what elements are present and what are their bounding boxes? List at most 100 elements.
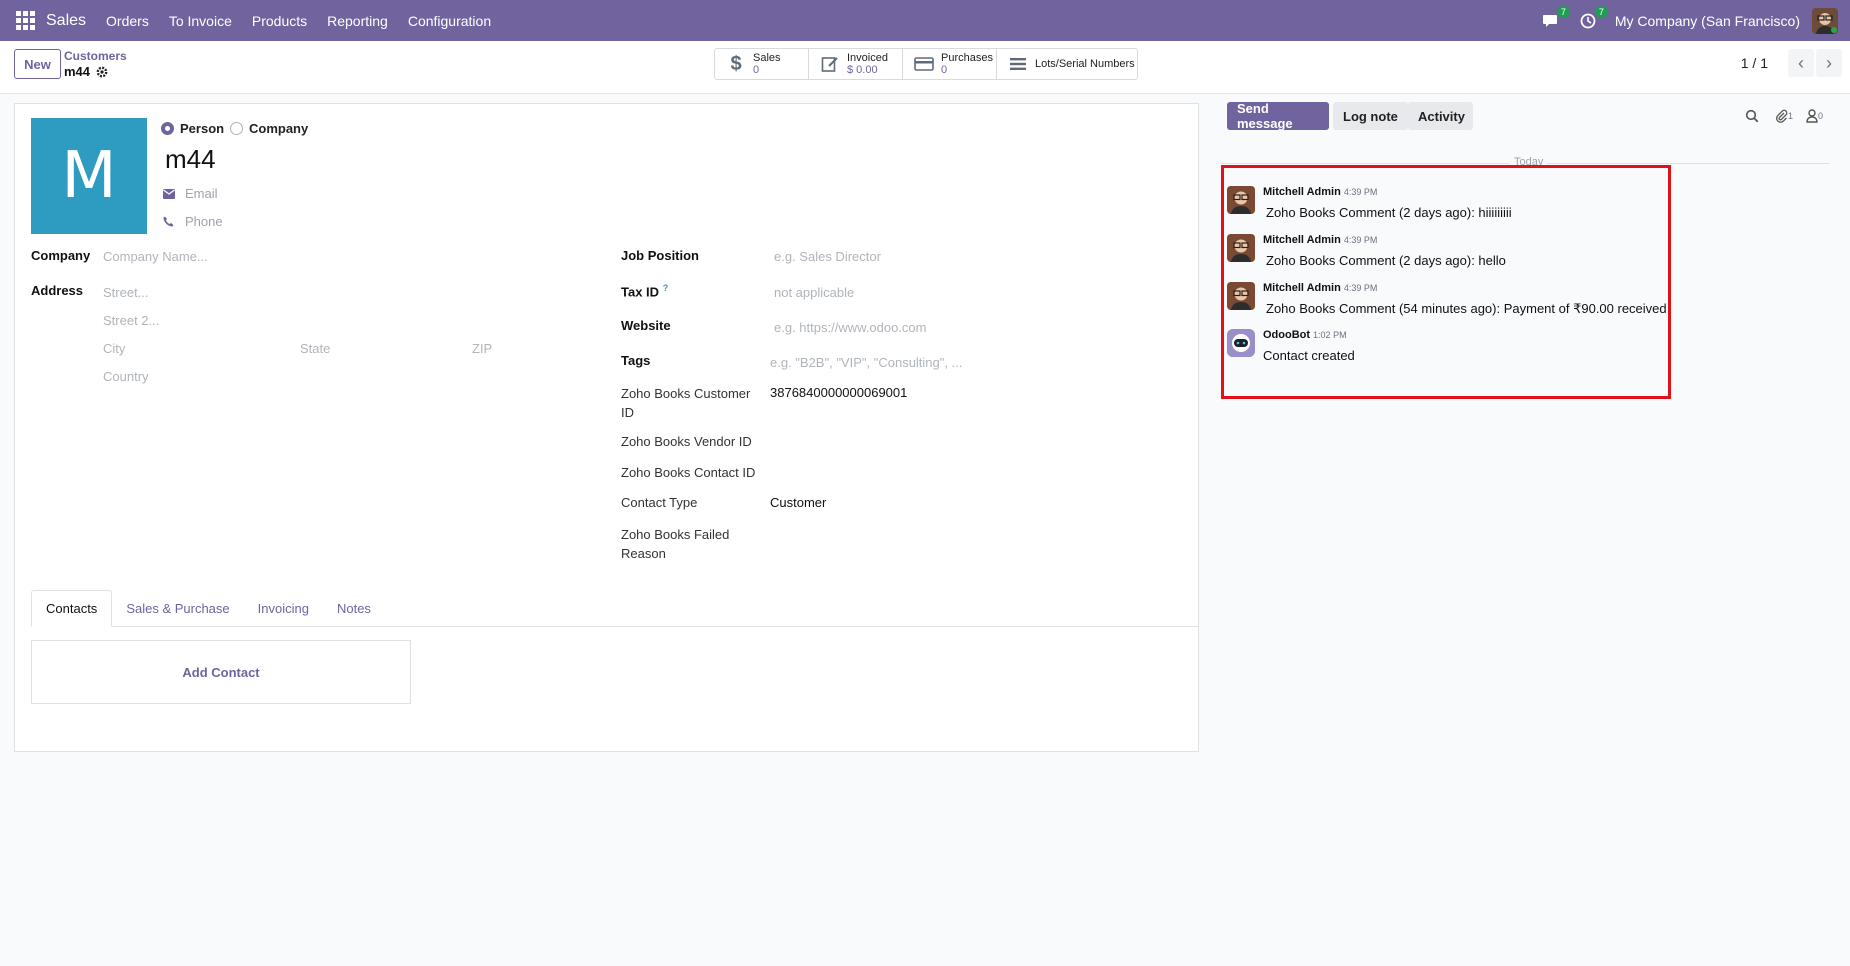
tags-input[interactable]: e.g. "B2B", "VIP", "Consulting", ... xyxy=(770,355,962,370)
log-note-button[interactable]: Log note xyxy=(1333,102,1408,130)
followers-button[interactable]: 0 xyxy=(1806,108,1830,124)
pager-value[interactable]: 1 / 1 xyxy=(1741,55,1768,71)
invoiced-smart-button[interactable]: Invoiced $ 0.00 xyxy=(809,49,903,79)
messaging-button[interactable]: 7 xyxy=(1539,5,1570,32)
add-contact-button[interactable]: Add Contact xyxy=(31,640,411,704)
job-position-label: Job Position xyxy=(621,248,699,263)
country-input[interactable]: Country xyxy=(103,369,149,384)
user-avatar[interactable] xyxy=(1812,7,1838,34)
type-person-label: Person xyxy=(180,121,225,136)
apps-menu-icon[interactable] xyxy=(14,10,36,32)
help-tooltip-icon[interactable]: ? xyxy=(663,283,669,293)
zoho-customer-id-label: Zoho Books Customer ID xyxy=(621,386,751,420)
smart-buttons: $ Sales 0 Invoiced $ 0.00 Purchases 0 Lots/… xyxy=(714,48,1138,80)
contact-type-value[interactable]: Customer xyxy=(770,495,826,510)
type-person-radio[interactable]: Person xyxy=(161,121,224,136)
tags-label: Tags xyxy=(621,353,651,368)
email-field[interactable]: Email xyxy=(163,186,218,201)
new-button[interactable]: New xyxy=(14,49,61,79)
search-icon xyxy=(1745,109,1759,123)
state-input[interactable]: State xyxy=(300,341,330,356)
sales-value: 0 xyxy=(753,64,760,76)
website-input[interactable]: e.g. https://www.odoo.com xyxy=(774,320,926,335)
menu-to-invoice[interactable]: To Invoice xyxy=(169,13,232,29)
message-author[interactable]: Mitchell Admin 4:39 PM xyxy=(1263,282,1377,294)
gear-icon[interactable] xyxy=(96,66,108,78)
attachments-count: 1 xyxy=(1788,111,1794,121)
chevron-right-icon: › xyxy=(1826,52,1832,73)
zoho-contact-id-label: Zoho Books Contact ID xyxy=(621,465,756,480)
breadcrumb-customers[interactable]: Customers xyxy=(64,49,127,63)
activities-button[interactable]: 7 xyxy=(1577,5,1608,32)
menu-reporting[interactable]: Reporting xyxy=(327,13,388,29)
zip-input[interactable]: ZIP xyxy=(472,341,492,356)
partner-avatar[interactable]: M xyxy=(31,118,147,234)
menu-configuration[interactable]: Configuration xyxy=(408,13,491,29)
tab-contacts[interactable]: Contacts xyxy=(31,590,113,627)
chevron-left-icon: ‹ xyxy=(1798,52,1804,73)
company-switcher[interactable]: My Company (San Francisco) xyxy=(1615,13,1800,29)
tax-id-input[interactable]: not applicable xyxy=(774,285,854,300)
purchases-label: Purchases xyxy=(941,52,993,64)
city-input[interactable]: City xyxy=(103,341,125,356)
author-avatar[interactable] xyxy=(1227,234,1255,262)
pager-next-button[interactable]: › xyxy=(1816,49,1842,77)
followers-count: 0 xyxy=(1818,111,1824,121)
odoobot-avatar[interactable] xyxy=(1227,329,1255,357)
envelope-icon xyxy=(163,188,175,199)
user-icon xyxy=(1806,109,1818,123)
tax-id-label: Tax ID ? xyxy=(621,283,669,300)
activity-button[interactable]: Activity xyxy=(1408,102,1473,130)
author-avatar[interactable] xyxy=(1227,186,1255,214)
message-time: 4:39 PM xyxy=(1343,235,1378,245)
form-sheet: M Person Company m44 Email Phone Company… xyxy=(14,103,1199,752)
dollar-icon: $ xyxy=(730,52,742,75)
lots-serial-smart-button[interactable]: Lots/Serial Numbers xyxy=(997,49,1137,79)
type-company-radio[interactable]: Company xyxy=(230,121,308,136)
message-author[interactable]: Mitchell Admin 4:39 PM xyxy=(1263,186,1377,198)
send-message-button[interactable]: Send message xyxy=(1227,101,1329,131)
author-avatar[interactable] xyxy=(1227,282,1255,310)
phone-icon xyxy=(163,216,175,227)
purchases-smart-button[interactable]: Purchases 0 xyxy=(903,49,997,79)
job-position-input[interactable]: e.g. Sales Director xyxy=(774,249,881,264)
control-panel: New Customers m44 $ Sales 0 Invoiced $ 0.0… xyxy=(0,41,1850,94)
messages-badge: 7 xyxy=(1556,5,1570,18)
menu-orders[interactable]: Orders xyxy=(106,13,149,29)
sales-smart-button[interactable]: $ Sales 0 xyxy=(715,49,809,79)
message-body: Contact created xyxy=(1263,348,1355,363)
radio-unchecked-icon xyxy=(230,122,243,135)
company-input[interactable]: Company Name... xyxy=(103,249,208,264)
company-label: Company xyxy=(31,248,91,263)
message-author[interactable]: OdooBot 1:02 PM xyxy=(1263,329,1347,341)
attachments-button[interactable]: 1 xyxy=(1775,108,1799,124)
notebook-tabs: Contacts Sales & Purchase Invoicing Note… xyxy=(31,590,1198,627)
message-time: 4:39 PM xyxy=(1343,283,1378,293)
credit-card-icon xyxy=(913,54,935,74)
tab-notes[interactable]: Notes xyxy=(323,590,385,627)
tab-invoicing[interactable]: Invoicing xyxy=(244,590,323,627)
street-input[interactable]: Street... xyxy=(103,285,149,300)
purchases-value: 0 xyxy=(941,64,948,76)
edit-icon xyxy=(819,54,841,74)
search-messages-button[interactable] xyxy=(1745,108,1763,124)
partner-name-input[interactable]: m44 xyxy=(165,144,216,175)
app-name[interactable]: Sales xyxy=(46,12,86,30)
zoho-customer-id-value[interactable]: 3876840000000069001 xyxy=(770,385,907,400)
zoho-failed-reason-label: Zoho Books Failed Reason xyxy=(621,527,730,561)
street2-input[interactable]: Street 2... xyxy=(103,313,159,328)
tab-sales-purchase[interactable]: Sales & Purchase xyxy=(112,590,243,627)
phone-field[interactable]: Phone xyxy=(163,214,223,229)
phone-placeholder: Phone xyxy=(185,214,223,229)
sales-label: Sales xyxy=(753,52,781,64)
contact-type-label: Contact Type xyxy=(621,495,698,510)
pager-previous-button[interactable]: ‹ xyxy=(1788,49,1814,77)
invoiced-label: Invoiced xyxy=(847,52,888,64)
message-author[interactable]: Mitchell Admin 4:39 PM xyxy=(1263,234,1377,246)
menu-products[interactable]: Products xyxy=(252,13,307,29)
zoho-vendor-id-label: Zoho Books Vendor ID xyxy=(621,434,752,449)
chat-icon xyxy=(1542,14,1557,27)
paperclip-icon xyxy=(1776,109,1788,123)
address-label: Address xyxy=(31,283,84,298)
message-time: 4:39 PM xyxy=(1343,187,1378,197)
